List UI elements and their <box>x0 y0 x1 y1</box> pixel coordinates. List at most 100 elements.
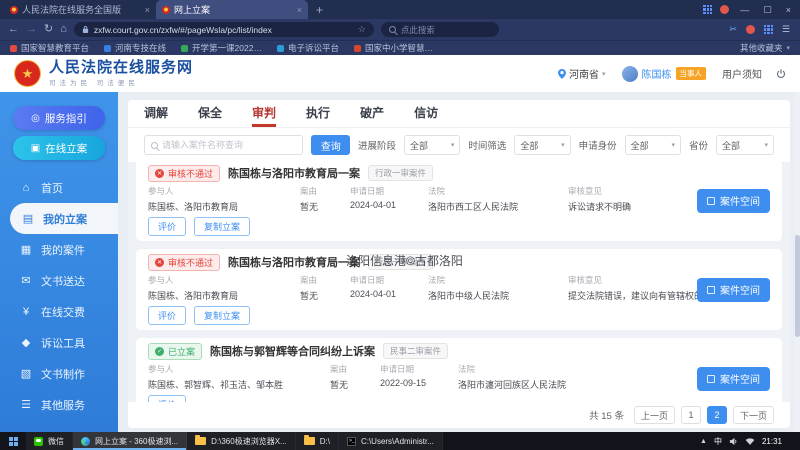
prev-page-button[interactable]: 上一页 <box>633 406 675 424</box>
promo-icon[interactable] <box>720 5 730 14</box>
page-2-button[interactable]: 2 <box>706 406 727 424</box>
scrollbar-thumb[interactable] <box>795 234 800 337</box>
tray-expand-icon[interactable]: ▲ <box>700 438 707 445</box>
progress-stage-select[interactable]: 全部 ▾ <box>404 135 461 155</box>
home-icon: ⌂ <box>22 181 30 194</box>
case-space-button[interactable]: 案件空间 <box>697 277 770 302</box>
user-box[interactable]: 陈国栋 当事人 <box>621 65 706 82</box>
folder-icon <box>195 435 207 445</box>
refresh-icon[interactable]: ↻ <box>44 24 53 35</box>
category-tabs: 调解 保全 审判 执行 破产 信访 <box>128 100 790 128</box>
taskbar-item-folder-browser-dir[interactable]: D:\360极速浏览器X... <box>187 432 296 450</box>
new-tab-button[interactable]: + <box>316 3 323 17</box>
date-value: 2024-04-01 <box>350 289 397 299</box>
extensions-grid-icon[interactable] <box>763 25 773 34</box>
sidebar-item-home[interactable]: ⌂ 首页 <box>0 172 118 203</box>
search-icon <box>388 26 396 33</box>
site-header: ★ 人民法院在线服务网 司法为民 司法便民 河南省 ▾ 陈国栋 当事人 用户须知 <box>0 55 800 92</box>
close-button[interactable]: × <box>783 5 794 15</box>
avatar <box>621 65 638 82</box>
maximize-button[interactable]: ▢ <box>760 4 775 15</box>
copy-filing-button[interactable]: 复制立案 <box>194 306 251 325</box>
space-icon <box>707 285 715 294</box>
scrollbar[interactable] <box>795 92 800 432</box>
bookmark-item[interactable]: 河南专技在线 <box>104 42 166 54</box>
chevron-down-icon: ▾ <box>764 142 768 149</box>
volume-icon[interactable] <box>729 437 738 446</box>
tab-preservation[interactable]: 保全 <box>198 100 222 127</box>
applicant-identity-select[interactable]: 全部 ▾ <box>624 135 681 155</box>
back-icon[interactable]: ← <box>8 24 19 35</box>
rate-button[interactable]: 评价 <box>148 395 187 402</box>
taskbar-item-terminal[interactable]: >_ C:\Users\Administr... <box>338 432 443 450</box>
bookmark-item[interactable]: 国家中小学智慧… <box>353 42 433 54</box>
cause-value: 暂无 <box>300 202 319 212</box>
tab-close-icon[interactable]: × <box>297 5 302 15</box>
chevron-down-icon: ▾ <box>601 70 606 78</box>
minimize-button[interactable]: — <box>737 5 752 15</box>
bookmark-item[interactable]: 国家智慧教育平台 <box>10 42 89 54</box>
case-space-button[interactable]: 案件空间 <box>697 188 770 213</box>
case-space-button[interactable]: 案件空间 <box>697 366 770 391</box>
ime-indicator[interactable]: 中 <box>714 436 722 447</box>
sidebar-item-other-services[interactable]: ☰ 其他服务 <box>0 389 118 420</box>
activity-icon[interactable] <box>745 25 755 34</box>
sidebar-item-my-cases[interactable]: ▦ 我的案件 <box>0 234 118 265</box>
start-button[interactable] <box>0 432 26 450</box>
browser-tab-court-national[interactable]: 人民法院在线服务全国版 × <box>4 0 156 19</box>
taskbar-item-browser[interactable]: 网上立案 - 360极速浏... <box>73 432 188 450</box>
case-search-input[interactable] <box>162 140 297 150</box>
user-role-badge: 当事人 <box>675 67 706 80</box>
taskbar-item-folder-d-drive[interactable]: D:\ <box>295 432 339 450</box>
browser-search-box[interactable] <box>380 22 499 37</box>
sidebar-item-litigation-tools[interactable]: ◆ 诉讼工具 <box>0 327 118 358</box>
rate-button[interactable]: 评价 <box>148 217 187 236</box>
home-icon[interactable]: ⌂ <box>60 24 67 35</box>
court-emblem-logo: ★ <box>14 60 41 87</box>
terminal-icon: >_ <box>346 436 356 446</box>
location-pin-icon <box>557 68 566 79</box>
participants-value: 陈国栋、洛阳市教育局 <box>148 291 239 301</box>
online-filing-button[interactable]: ▣ 在线立案 <box>13 136 105 160</box>
tab-trial[interactable]: 审判 <box>252 100 277 127</box>
tab-bankruptcy[interactable]: 破产 <box>360 100 384 127</box>
sidebar-item-document-delivery[interactable]: ✉ 文书送达 <box>0 265 118 296</box>
participants-value: 陈国栋、郭智辉、祁玉洁、邹本胜 <box>148 380 284 390</box>
apps-grid-icon[interactable] <box>703 5 713 14</box>
tab-petition[interactable]: 信访 <box>414 100 438 127</box>
network-icon[interactable] <box>745 437 755 446</box>
time-filter-select[interactable]: 全部 ▾ <box>514 135 571 155</box>
filter-label: 省份 <box>688 141 708 152</box>
court-favicon <box>10 5 18 14</box>
copy-filing-button[interactable]: 复制立案 <box>194 217 251 236</box>
bookmark-item[interactable]: 电子诉讼平台 <box>276 42 339 54</box>
tab-close-icon[interactable]: × <box>145 5 150 15</box>
menu-icon[interactable]: ☰ <box>782 25 790 34</box>
region-selector[interactable]: 河南省 ▾ <box>557 66 606 81</box>
sidebar-item-document-making[interactable]: ▧ 文书制作 <box>0 358 118 389</box>
tab-enforcement[interactable]: 执行 <box>306 100 330 127</box>
taskbar-item-wechat[interactable]: 微信 <box>26 432 73 450</box>
case-search-box[interactable] <box>144 135 304 155</box>
tab-mediation[interactable]: 调解 <box>144 100 168 127</box>
bookmark-item[interactable]: 开学第一课2022… <box>181 42 262 54</box>
sidebar-item-online-payment[interactable]: ¥ 在线交费 <box>0 296 118 327</box>
other-bookmarks-button[interactable]: 其他收藏夹 ▾ <box>740 42 790 54</box>
user-notice-link[interactable]: 用户须知 <box>722 66 762 81</box>
query-button[interactable]: 查询 <box>311 135 350 155</box>
province-select[interactable]: 全部 ▾ <box>716 135 774 155</box>
forward-icon[interactable]: → <box>26 24 37 35</box>
rate-button[interactable]: 评价 <box>148 306 187 325</box>
url-field[interactable]: zxfw.court.gov.cn/zxfw/#/pageWsla/pc/lis… <box>73 22 374 37</box>
browser-search-input[interactable] <box>400 24 491 35</box>
browser-tab-filing[interactable]: 网上立案 × <box>156 0 308 19</box>
clock[interactable]: 21:31 <box>762 437 782 446</box>
bookmark-star-icon[interactable]: ☆ <box>358 24 366 35</box>
screenshot-icon[interactable]: ✂ <box>729 25 737 34</box>
services-grid-icon: ☰ <box>21 399 31 411</box>
sidebar-item-my-filings[interactable]: ▤ 我的立案 <box>10 203 118 234</box>
service-guide-button[interactable]: ◎ 服务指引 <box>13 106 105 130</box>
page-1-button[interactable]: 1 <box>680 406 701 424</box>
next-page-button[interactable]: 下一页 <box>732 406 774 424</box>
logout-power-icon[interactable] <box>776 68 786 79</box>
